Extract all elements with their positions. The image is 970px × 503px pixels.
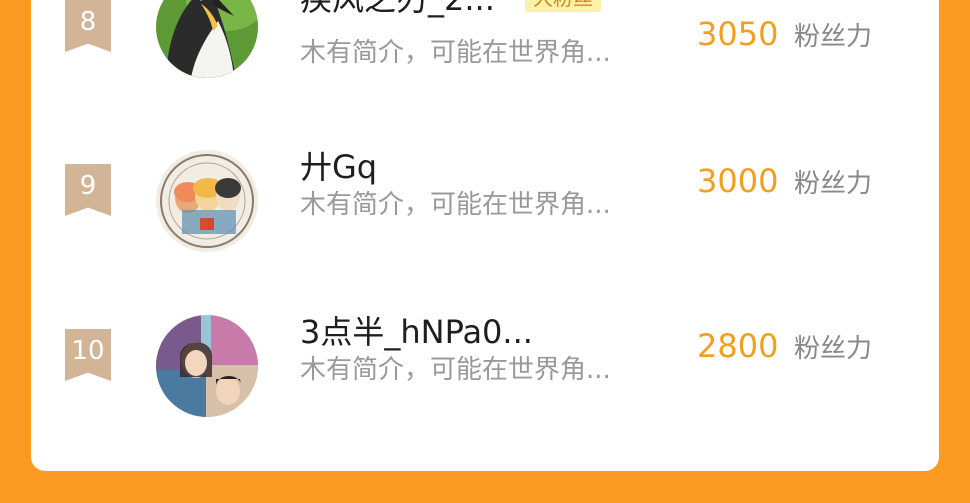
fan-score: 2800	[697, 327, 779, 365]
rank-badge: 8	[65, 0, 111, 52]
user-description: 木有简介，可能在世界角...	[300, 355, 611, 385]
rank-badge: 9	[65, 164, 111, 216]
user-name[interactable]: 疾风之刃_2...	[300, 0, 495, 20]
rank-number: 9	[79, 171, 97, 201]
user-description: 木有简介，可能在世界角...	[300, 190, 611, 220]
leaderboard-row[interactable]: 8 疾风之刃_2... 大粉丝 木有简介，可能在世界角... 3050 粉丝力	[31, 0, 939, 120]
fan-score: 3000	[697, 162, 779, 200]
leaderboard-row[interactable]: 9 廾Gq 木有简介，可能在世界角... 3000 粉丝力	[31, 130, 939, 270]
fan-score-unit: 粉丝力	[794, 22, 873, 52]
rank-number: 10	[71, 336, 105, 366]
user-name[interactable]: 3点半_hNPa0...	[300, 307, 533, 353]
penguin-avatar[interactable]	[156, 0, 258, 78]
leaderboard-row[interactable]: 10 3点半_hNPa0... 木有简介，可能在世界角... 2800 粉丝力	[31, 295, 939, 435]
anime-group-avatar[interactable]	[156, 150, 258, 252]
collage-avatar[interactable]	[156, 315, 258, 417]
fan-score-unit: 粉丝力	[794, 334, 873, 364]
fan-tag: 大粉丝	[525, 0, 601, 12]
rank-badge: 10	[65, 329, 111, 381]
leaderboard-card: 8 疾风之刃_2... 大粉丝 木有简介，可能在世界角... 3050 粉丝力 …	[31, 0, 939, 471]
rank-number: 8	[79, 7, 97, 37]
fan-score-unit: 粉丝力	[794, 169, 873, 199]
user-description: 木有简介，可能在世界角...	[300, 38, 611, 68]
fan-score: 3050	[697, 15, 779, 53]
user-name[interactable]: 廾Gq	[300, 142, 377, 188]
